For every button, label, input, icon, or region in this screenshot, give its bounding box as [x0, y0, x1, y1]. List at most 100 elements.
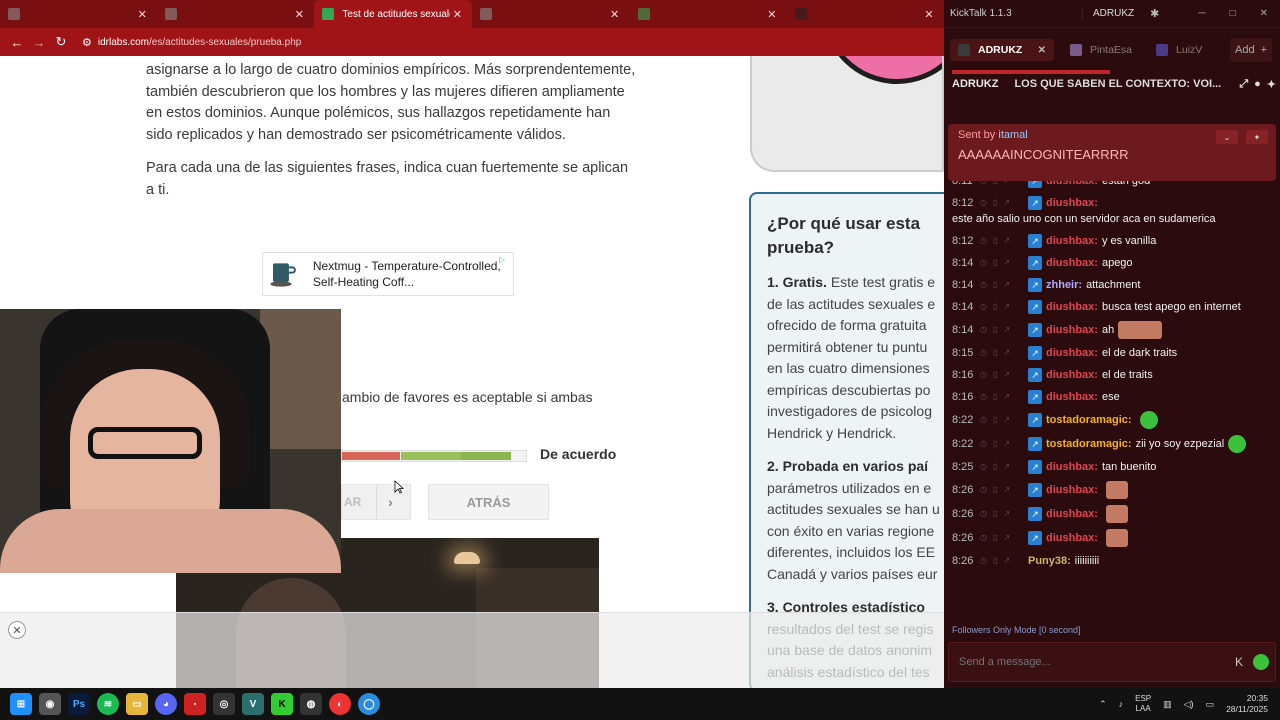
mod-actions[interactable]: ◷ ▯ ↗	[980, 195, 1028, 211]
globe-icon[interactable]: ◯	[358, 693, 380, 715]
emote-picker-icon[interactable]	[1253, 654, 1269, 670]
back-button[interactable]: ATRÁS	[428, 484, 549, 520]
message-username[interactable]: diushbax:	[1046, 322, 1098, 338]
tab-close-icon[interactable]: ✕	[765, 8, 779, 21]
pin-icon[interactable]: ✦	[1267, 78, 1276, 91]
mod-actions[interactable]: ◷ ▯ ↗	[980, 277, 1028, 293]
chat-tab-2[interactable]: PintaEsa	[1062, 39, 1140, 61]
scale-segment-neutral[interactable]	[401, 452, 461, 460]
mod-actions[interactable]: ◷ ▯ ↗	[980, 233, 1028, 249]
tab-close-icon[interactable]: ✕	[450, 8, 464, 21]
message-username[interactable]: diushbax:	[1046, 482, 1098, 498]
browser-tab-5[interactable]: ✕	[630, 0, 787, 28]
chrome-icon[interactable]: ◐	[329, 693, 351, 715]
browser-tab-6[interactable]: ✕	[787, 0, 944, 28]
forward-arrow-icon[interactable]: →	[28, 31, 50, 53]
mod-actions[interactable]: ◷ ▯ ↗	[980, 322, 1028, 338]
chevron-down-icon[interactable]: ⌄	[1216, 130, 1238, 144]
language-indicator[interactable]: ESP LAA	[1135, 694, 1151, 714]
kick-icon[interactable]: K	[271, 693, 293, 715]
add-channel-button[interactable]: Add +	[1230, 38, 1272, 62]
link-icon[interactable]: ⤢	[1239, 78, 1248, 91]
advertisement[interactable]: Nextmug - Temperature-Controlled, Self-H…	[262, 252, 514, 296]
chat-message[interactable]: 8:14 ◷ ▯ ↗ ↗ diushbax: apego	[944, 252, 1280, 274]
address-bar[interactable]: ⚙ idrlabs.com/es/actitudes-sexuales/prue…	[82, 36, 301, 49]
message-username[interactable]: diushbax:	[1046, 459, 1098, 475]
answer-scale[interactable]	[341, 450, 527, 462]
user-icon[interactable]: ●	[1254, 78, 1261, 91]
tab-close-icon[interactable]: ✕	[922, 8, 936, 21]
browser-tab-3[interactable]: Test de actitudes sexuales ✕	[314, 0, 473, 28]
tab-close-icon[interactable]: ✕	[1038, 45, 1046, 56]
mod-actions[interactable]: ◷ ▯ ↗	[980, 482, 1028, 498]
mod-actions[interactable]: ◷ ▯ ↗	[980, 412, 1028, 428]
mod-actions[interactable]: ◷ ▯ ↗	[980, 255, 1028, 271]
message-username[interactable]: diushbax:	[1046, 389, 1098, 405]
mod-actions[interactable]: ◷ ▯ ↗	[980, 299, 1028, 315]
current-user[interactable]: ADRUKZ	[1082, 8, 1134, 19]
network-icon[interactable]: ▥	[1163, 699, 1172, 710]
mod-actions[interactable]: ◷ ▯ ↗	[980, 530, 1028, 546]
chat-message[interactable]: 8:26 ◷ ▯ ↗ ↗ diushbax:	[944, 502, 1280, 526]
microphone-icon[interactable]: ♪	[1119, 699, 1124, 709]
chat-message[interactable]: 8:16 ◷ ▯ ↗ ↗ diushbax: el de traits	[944, 364, 1280, 386]
message-username[interactable]: Puny38:	[1028, 553, 1071, 569]
tab-close-icon[interactable]: ✕	[292, 8, 306, 21]
chat-message[interactable]: 8:26 ◷ ▯ ↗ Puny38: iiiiiiiiii	[944, 550, 1280, 572]
chat-message[interactable]: 8:15 ◷ ▯ ↗ ↗ diushbax: el de dark traits	[944, 342, 1280, 364]
chat-message[interactable]: 8:12 ◷ ▯ ↗ ↗ diushbax: este año salio uno con …	[944, 192, 1280, 230]
message-username[interactable]: tostadoramagic:	[1046, 436, 1132, 452]
app-icon-3[interactable]: ◎	[213, 693, 235, 715]
mod-actions[interactable]: ◷ ▯ ↗	[980, 553, 1028, 569]
app-icon-1[interactable]: ◉	[39, 693, 61, 715]
browser-tab-4[interactable]: ✕	[472, 0, 629, 28]
volume-icon[interactable]: ◁)	[1184, 699, 1194, 710]
chat-message[interactable]: 8:22 ◷ ▯ ↗ ↗ tostadoramagic: zii yo soy ezpezi…	[944, 432, 1280, 456]
spotify-icon[interactable]: ≋	[97, 693, 119, 715]
message-username[interactable]: diushbax:	[1046, 367, 1098, 383]
chat-input[interactable]	[959, 656, 1209, 668]
mod-actions[interactable]: ◷ ▯ ↗	[980, 436, 1028, 452]
scale-segment-disagree[interactable]	[342, 452, 400, 460]
chevron-up-icon[interactable]: ⌃	[1099, 699, 1107, 710]
chat-message[interactable]: 8:16 ◷ ▯ ↗ ↗ diushbax: ese	[944, 386, 1280, 408]
reload-icon[interactable]: ↻	[50, 31, 72, 53]
back-arrow-icon[interactable]: ←	[6, 31, 28, 53]
mod-actions[interactable]: ◷ ▯ ↗	[980, 459, 1028, 475]
maximize-icon[interactable]: □	[1230, 8, 1236, 19]
app-icon-2[interactable]: ▪	[184, 693, 206, 715]
message-username[interactable]: diushbax:	[1046, 255, 1098, 271]
discord-icon[interactable]: ◕	[155, 693, 177, 715]
message-username[interactable]: diushbax:	[1046, 195, 1098, 211]
unpin-icon[interactable]: ✦	[1246, 130, 1268, 144]
chat-message[interactable]: 8:22 ◷ ▯ ↗ ↗ tostadoramagic:	[944, 408, 1280, 432]
tab-close-icon[interactable]: ✕	[608, 8, 622, 21]
windows-start-icon[interactable]: ⊞	[10, 693, 32, 715]
tab-close-icon[interactable]: ✕	[135, 8, 149, 21]
mod-actions[interactable]: ◷ ▯ ↗	[980, 367, 1028, 383]
chat-messages[interactable]: 8:11◷▯↗↗diushbax:estan god8:12◷▯↗↗diushb…	[944, 170, 1280, 618]
browser-tab-2[interactable]: ✕	[157, 0, 314, 28]
message-username[interactable]: diushbax:	[1046, 233, 1098, 249]
message-username[interactable]: diushbax:	[1046, 299, 1098, 315]
browser-tab-1[interactable]: ✕	[0, 0, 157, 28]
message-username[interactable]: diushbax:	[1046, 506, 1098, 522]
mod-actions[interactable]: ◷ ▯ ↗	[980, 506, 1028, 522]
gear-icon[interactable]: ✱	[1150, 7, 1159, 20]
adchoices-icon[interactable]: ▷	[499, 255, 509, 265]
chat-message[interactable]: 8:14 ◷ ▯ ↗ ↗ diushbax: ah	[944, 318, 1280, 342]
chat-tab-1[interactable]: ADRUKZ ✕	[950, 39, 1054, 61]
site-info-icon[interactable]: ⚙	[82, 36, 92, 49]
message-username[interactable]: diushbax:	[1046, 345, 1098, 361]
chat-message[interactable]: 8:12 ◷ ▯ ↗ ↗ diushbax: y es vanilla	[944, 230, 1280, 252]
photoshop-icon[interactable]: Ps	[68, 693, 90, 715]
chat-message[interactable]: 8:14 ◷ ▯ ↗ ↗ zhheir: attachment	[944, 274, 1280, 296]
close-icon[interactable]: ✕	[8, 621, 26, 639]
chat-message[interactable]: 8:14 ◷ ▯ ↗ ↗ diushbax: busca test apego en int…	[944, 296, 1280, 318]
app-icon-5[interactable]: ◍	[300, 693, 322, 715]
close-window-icon[interactable]: ✕	[1260, 8, 1268, 19]
app-icon-4[interactable]: V	[242, 693, 264, 715]
message-username[interactable]: diushbax:	[1046, 530, 1098, 546]
message-username[interactable]: tostadoramagic:	[1046, 412, 1132, 428]
chat-message[interactable]: 8:25 ◷ ▯ ↗ ↗ diushbax: tan buenito	[944, 456, 1280, 478]
